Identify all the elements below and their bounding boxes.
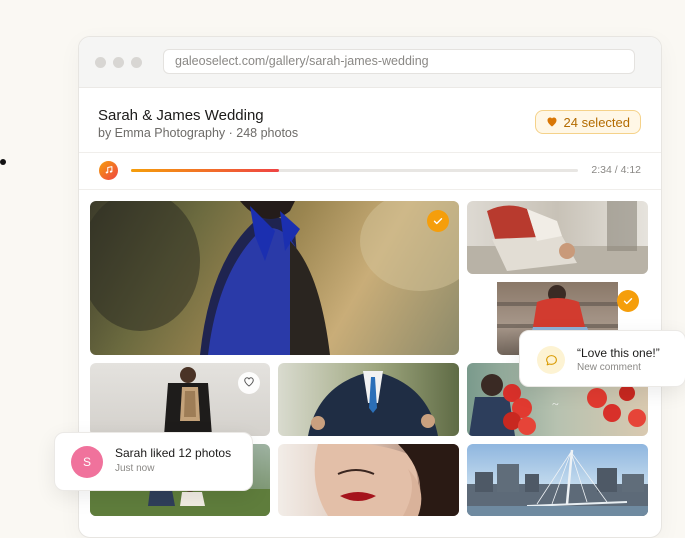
photo-card[interactable] xyxy=(90,201,459,355)
comment-label: New comment xyxy=(577,362,641,373)
photo-card[interactable] xyxy=(278,363,459,436)
photo-man-sitting-red-vest xyxy=(467,201,648,274)
music-note-icon xyxy=(104,162,114,180)
heart-icon xyxy=(546,115,558,130)
selected-check-icon[interactable] xyxy=(617,290,639,312)
comment-bubble-icon xyxy=(537,346,565,374)
selected-count-label: 24 selected xyxy=(563,114,631,130)
like-message: Sarah liked 12 photos xyxy=(115,446,232,460)
comment-toast[interactable]: “Love this one!” New comment xyxy=(519,330,685,387)
photo-woman-blue-dress-bow xyxy=(90,201,459,355)
photo-card[interactable] xyxy=(90,363,270,436)
address-bar[interactable]: galeoselect.com/gallery/sarah-james-wedd… xyxy=(163,49,635,74)
selected-count-badge[interactable]: 24 selected xyxy=(534,110,641,134)
gallery-title: Sarah & James Wedding xyxy=(98,107,264,124)
svg-text:~: ~ xyxy=(552,397,559,411)
gallery-subtitle: by Emma Photography · 248 photos xyxy=(98,126,299,140)
progress-fill xyxy=(131,169,279,172)
avatar: S xyxy=(71,446,103,478)
photo-card[interactable] xyxy=(278,444,459,516)
comment-quote: “Love this one!” xyxy=(577,346,660,360)
favorite-button[interactable] xyxy=(238,372,260,394)
gallery-header: Sarah & James Wedding by Emma Photograph… xyxy=(79,88,661,153)
photo-woman-red-lips-closeup xyxy=(314,444,459,516)
decorative-dot xyxy=(0,159,6,165)
music-play-button[interactable] xyxy=(99,161,118,180)
music-player: 2:34 / 4:12 xyxy=(79,153,661,190)
maximize-dot[interactable] xyxy=(131,57,142,68)
selected-check-icon[interactable] xyxy=(427,210,449,232)
browser-chrome: galeoselect.com/gallery/sarah-james-wedd… xyxy=(79,37,661,88)
photo-city-bridge-skyline xyxy=(467,449,648,516)
photo-card[interactable] xyxy=(467,444,648,516)
photo-card[interactable] xyxy=(467,201,648,274)
photo-man-suit-tie xyxy=(308,371,438,436)
heart-outline-icon xyxy=(243,374,255,392)
like-notification[interactable]: S Sarah liked 12 photos Just now xyxy=(54,432,253,491)
close-dot[interactable] xyxy=(95,57,106,68)
like-time: Just now xyxy=(115,463,155,474)
minimize-dot[interactable] xyxy=(113,57,124,68)
progress-track[interactable] xyxy=(131,169,578,172)
playback-time: 2:34 / 4:12 xyxy=(591,164,641,176)
